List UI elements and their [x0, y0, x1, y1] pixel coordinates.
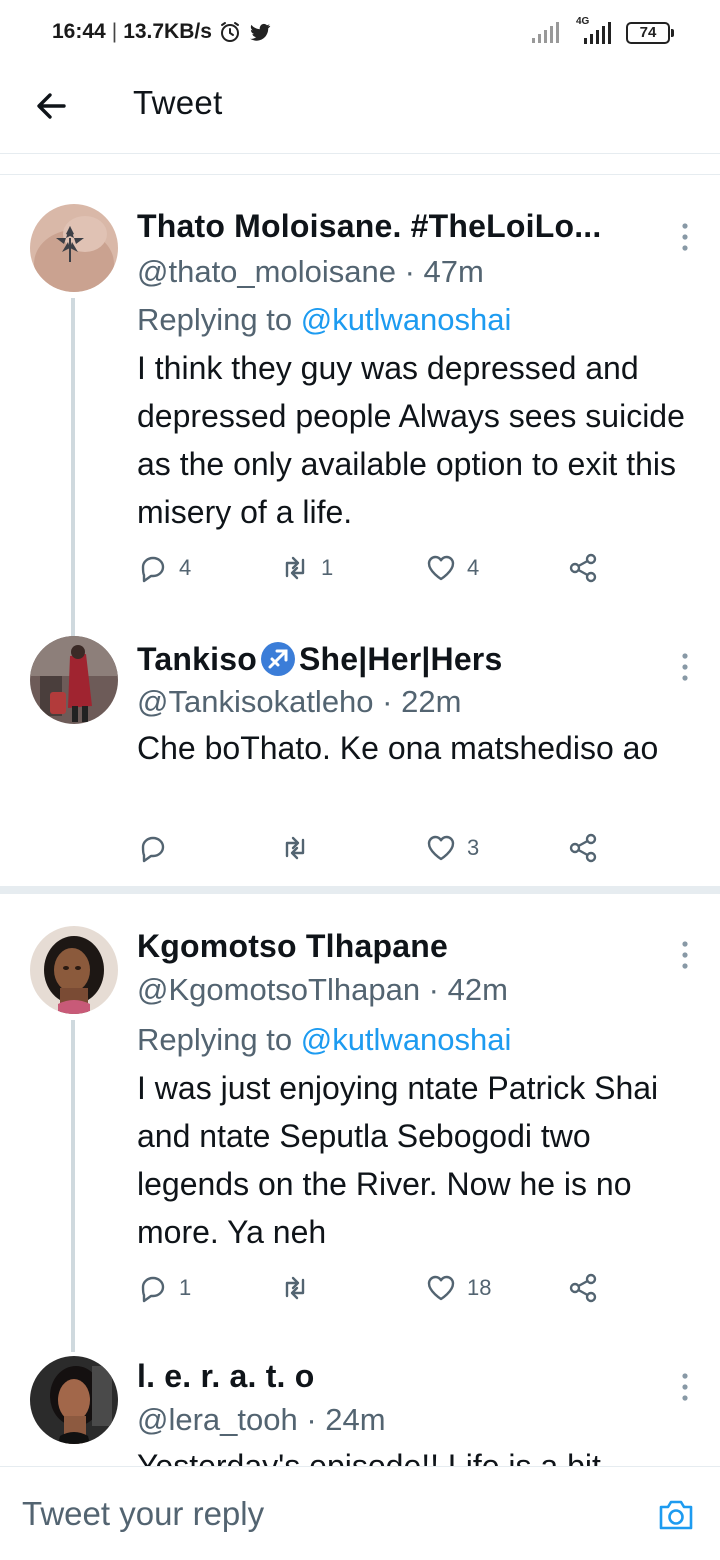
reply-icon	[141, 1276, 165, 1303]
avatar[interactable]	[30, 1356, 118, 1444]
like-button[interactable]: 18	[425, 1272, 491, 1304]
conversation-separator	[0, 886, 720, 894]
retweet-icon	[285, 836, 305, 860]
battery-level: 74	[639, 24, 657, 41]
share-button[interactable]	[567, 832, 599, 864]
reply-button[interactable]: 4	[137, 552, 191, 584]
retweet-count: 1	[321, 555, 334, 580]
sagittarius-emoji-icon	[260, 642, 295, 676]
avatar-image	[30, 926, 118, 1014]
tweet-actions: 3	[137, 832, 617, 872]
status-bar: 16:44 | 13.7KB/s 4G 74	[0, 0, 720, 66]
mention-link[interactable]: @kutlwanoshai	[301, 1022, 512, 1057]
retweet-icon	[285, 1276, 305, 1300]
heart-icon	[427, 555, 455, 581]
handle-and-time: @thato_moloisane · 47m	[137, 254, 484, 289]
share-button[interactable]	[567, 552, 599, 584]
heart-icon	[427, 835, 455, 861]
retweet-icon	[285, 556, 305, 580]
heart-icon	[427, 1275, 455, 1301]
thread-connector	[71, 1020, 75, 1352]
display-name-text: Tankiso	[137, 640, 257, 677]
avatar[interactable]	[30, 636, 118, 724]
tweet-item[interactable]: Tankiso She|Her|Hers @Tankisokatleho · 2…	[0, 630, 720, 886]
top-app-bar: Tweet	[0, 66, 720, 154]
tweet-actions: 4 1 4	[137, 552, 617, 592]
more-options-icon[interactable]	[678, 1372, 692, 1402]
more-options-icon[interactable]	[678, 222, 692, 252]
replying-to: Replying to @kutlwanoshai	[137, 302, 511, 338]
more-options-icon[interactable]	[678, 652, 692, 682]
reply-count: 4	[179, 555, 192, 580]
thread-connector	[71, 298, 75, 638]
retweet-button[interactable]	[279, 832, 321, 864]
display-name[interactable]: Thato Moloisane. #TheLoiLo...	[137, 208, 601, 245]
display-name[interactable]: Tankiso She|Her|Hers	[137, 640, 502, 678]
alarm-icon	[220, 22, 239, 42]
status-divider: |	[111, 20, 118, 43]
header-divider	[0, 155, 720, 175]
more-options-icon[interactable]	[678, 940, 692, 970]
reply-composer[interactable]: Tweet your reply	[0, 1466, 720, 1560]
avatar[interactable]	[30, 926, 118, 1014]
like-count: 4	[467, 555, 480, 580]
battery-indicator: 74	[626, 22, 674, 44]
like-count: 18	[467, 1275, 492, 1300]
tweet-item[interactable]: Kgomotso Tlhapane @KgomotsoTlhapan · 42m…	[0, 894, 720, 1352]
share-button[interactable]	[567, 1272, 599, 1304]
handle-and-time: @KgomotsoTlhapan · 42m	[137, 972, 508, 1007]
reply-icon	[141, 556, 165, 583]
like-button[interactable]: 3	[425, 832, 479, 864]
status-net-speed: 13.7KB/s	[123, 20, 212, 43]
reply-count: 1	[179, 1275, 192, 1300]
reply-icon	[141, 836, 165, 863]
handle-and-time: @lera_tooh · 24m	[137, 1402, 386, 1437]
signal-4g: 4G	[574, 16, 612, 46]
avatar-image	[30, 636, 118, 724]
share-icon	[569, 1273, 597, 1303]
tweet-text: Yesterday's episode!! Life is a bit	[137, 1448, 601, 1466]
mention-link[interactable]: @kutlwanoshai	[301, 302, 512, 337]
display-name[interactable]: Kgomotso Tlhapane	[137, 928, 448, 965]
display-name[interactable]: l. e. r. a. t. o	[137, 1358, 314, 1395]
retweet-button[interactable]: 1	[279, 552, 333, 584]
status-left: 16:44 | 13.7KB/s	[52, 20, 272, 44]
tweet-text: Che boThato. Ke ona matshediso ao	[137, 730, 659, 766]
avatar[interactable]	[30, 204, 118, 292]
display-name-pronouns: She|Her|Hers	[298, 640, 503, 677]
share-icon	[569, 833, 597, 863]
page-title: Tweet	[133, 84, 223, 121]
tweet-actions: 1 18	[137, 1272, 617, 1312]
tweet-item[interactable]: l. e. r. a. t. o @lera_tooh · 24m Yester…	[0, 1352, 720, 1466]
retweet-button[interactable]	[279, 1272, 321, 1304]
share-icon	[569, 553, 597, 583]
like-button[interactable]: 4	[425, 552, 479, 584]
like-count: 3	[467, 835, 480, 860]
back-arrow-icon[interactable]	[30, 84, 74, 128]
avatar-image	[30, 1356, 118, 1444]
replying-to-prefix: Replying to	[137, 1022, 301, 1057]
handle-and-time: @Tankisokatleho · 22m	[137, 684, 462, 719]
tweet-text: I think they guy was depressed and depre…	[137, 350, 685, 530]
reply-button[interactable]: 1	[137, 1272, 191, 1304]
tweet-text: I was just enjoying ntate Patrick Shai a…	[137, 1070, 659, 1250]
signal-4g-icon	[584, 22, 611, 44]
camera-icon[interactable]	[656, 1495, 696, 1535]
reply-button[interactable]	[137, 832, 179, 864]
avatar-image	[30, 204, 118, 292]
signal-icon	[532, 22, 559, 43]
status-right: 4G 74	[532, 16, 674, 46]
twitter-notification-icon	[250, 23, 271, 41]
replying-to: Replying to @kutlwanoshai	[137, 1022, 511, 1058]
status-time: 16:44	[52, 20, 106, 43]
replying-to-prefix: Replying to	[137, 302, 301, 337]
tweet-item[interactable]: Thato Moloisane. #TheLoiLo... @thato_mol…	[0, 176, 720, 638]
reply-input[interactable]: Tweet your reply	[22, 1495, 264, 1533]
